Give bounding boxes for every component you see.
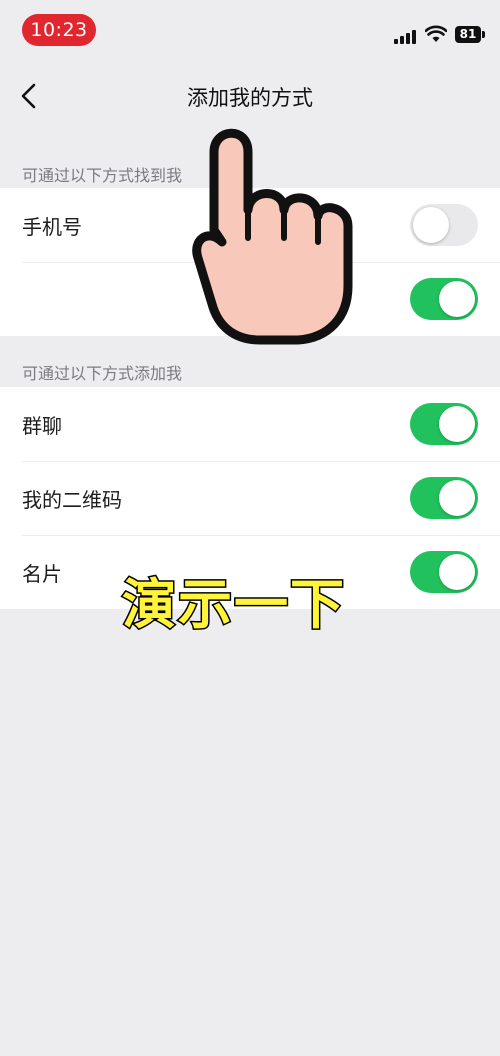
cellular-signal-icon [394,28,420,44]
section-header-add: 可通过以下方式添加我 [22,364,183,383]
business-card-toggle[interactable] [410,551,478,593]
page-title: 添加我的方式 [187,86,313,110]
phone-toggle[interactable] [410,204,478,246]
status-time: 10:23 [22,14,96,46]
setting-label: 名片 [22,561,62,586]
battery-icon: 81 [455,26,485,43]
setting-row-qr-code: 我的二维码 [0,461,500,535]
setting-label: 群聊 [22,413,62,438]
toggle-knob [439,554,475,590]
hidden-option-toggle[interactable] [410,278,478,320]
overlay-caption: 演示一下 [121,572,346,638]
setting-label: 手机号 [22,214,82,239]
status-bar: 10:23 81 [0,0,500,60]
setting-label: 我的二维码 [22,487,122,512]
toggle-knob [413,207,449,243]
section-header-find: 可通过以下方式找到我 [22,166,183,185]
setting-row-group-chat: 群聊 [0,387,500,461]
toggle-knob [439,281,475,317]
pointing-hand-icon [192,128,353,345]
wifi-icon [425,25,447,42]
toggle-knob [439,406,475,442]
group-chat-toggle[interactable] [410,403,478,445]
qr-code-toggle[interactable] [410,477,478,519]
back-button[interactable] [10,76,50,116]
toggle-knob [439,480,475,516]
